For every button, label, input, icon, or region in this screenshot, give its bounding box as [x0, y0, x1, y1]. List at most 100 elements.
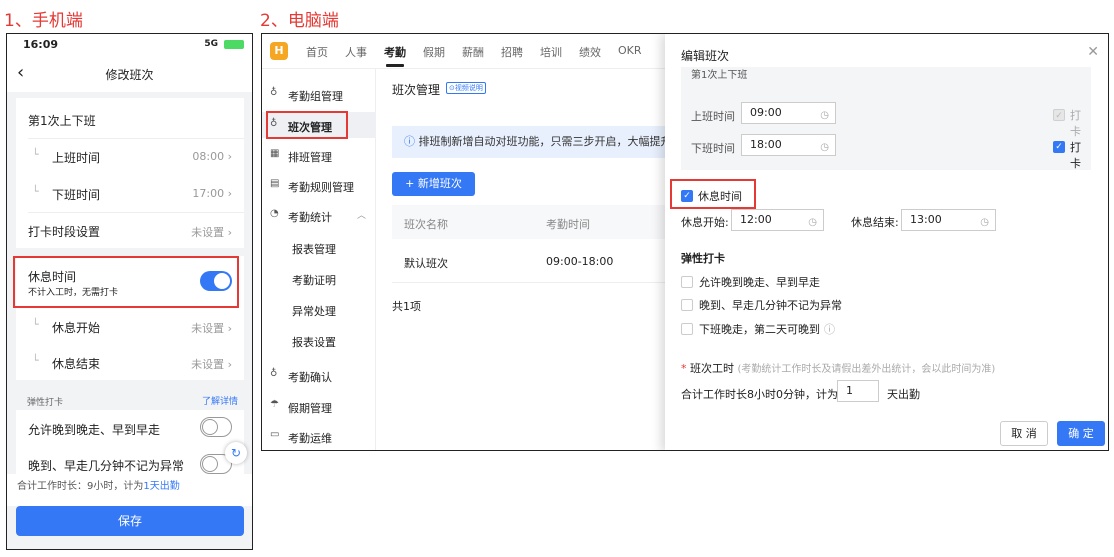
total-text: 合计工作时长：9小时，计为: [17, 481, 144, 492]
sidebar-item-report-settings[interactable]: 报表设置: [262, 327, 376, 353]
status-bar: 16:09 5G: [7, 34, 252, 56]
on-time-label: 上班时间: [52, 151, 101, 165]
flex-checkbox-2[interactable]: [681, 299, 693, 311]
user-icon: ♁: [270, 368, 278, 379]
chevron-right-icon: ›: [227, 358, 232, 371]
on-punch-label: 打卡: [1070, 109, 1081, 138]
sidebar: ♁ 考勤组管理 ♁ 班次管理 ▦ 排班管理 ▤ 考勤规则管理 ◔ 考勤统计 ︿ 报表管理 考…: [262, 69, 376, 450]
off-punch-label: 打卡: [1070, 141, 1081, 170]
off-time-label: 下班时间: [52, 188, 101, 202]
off-time-input[interactable]: 18:00 ◷: [741, 134, 836, 156]
on-punch-checkbox[interactable]: ✓: [1053, 109, 1065, 121]
flex-item-2: 晚到、早走几分钟不记为异常: [28, 459, 185, 473]
nav-performance[interactable]: 绩效: [579, 44, 601, 60]
dialog-title: 编辑班次: [681, 49, 730, 63]
nav-hr[interactable]: 人事: [345, 44, 367, 60]
highlight-box: [13, 256, 239, 308]
total-bar: 合计工作时长：9小时，计为1天出勤: [7, 474, 252, 506]
sidebar-item-schedule[interactable]: ▦ 排班管理: [262, 142, 376, 168]
punch-period-label: 打卡时段设置: [28, 225, 101, 239]
highlight-box: [670, 179, 756, 209]
off-time-row[interactable]: └ 下班时间 17:00 ›: [16, 175, 244, 212]
flex-more-link[interactable]: 了解详情: [202, 394, 238, 407]
punch-period-row[interactable]: 打卡时段设置 未设置 ›: [16, 212, 244, 248]
close-icon[interactable]: ✕: [1087, 44, 1099, 60]
rest-end-input[interactable]: 13:00 ◷: [901, 209, 996, 231]
nav-training[interactable]: 培训: [540, 44, 562, 60]
sidebar-item-confirm[interactable]: ♁ 考勤确认: [262, 362, 376, 388]
shift-title-row: 第1次上下班: [16, 98, 244, 138]
sidebar-item-reports[interactable]: 报表管理: [262, 234, 376, 260]
shift-title: 第1次上下班: [28, 114, 96, 128]
main-title: 班次管理: [392, 83, 441, 97]
rest-end-label: 休息结束: [52, 357, 101, 371]
float-assistant-icon[interactable]: ↻: [225, 442, 247, 464]
flex-card: 允许晚到晚走、早到早走 晚到、早走几分钟不记为异常: [16, 410, 244, 478]
nav-salary[interactable]: 薪酬: [462, 44, 484, 60]
flex-toggle-1[interactable]: [200, 417, 232, 437]
on-time-row[interactable]: └ 上班时间 08:00 ›: [16, 138, 244, 175]
rest-start-row[interactable]: └ 休息开始 未设置 ›: [16, 308, 244, 344]
off-punch-checkbox[interactable]: ✓: [1053, 141, 1065, 153]
chevron-right-icon: ›: [227, 150, 232, 163]
rest-end-value: 未设置: [191, 358, 225, 371]
shift-card: 第1次上下班 └ 上班时间 08:00 › └ 下班时间 17:00 › 打卡时…: [16, 98, 244, 248]
off-time-value: 17:00: [192, 187, 225, 200]
monitor-icon: ▭: [270, 429, 280, 440]
chevron-right-icon: ›: [227, 187, 232, 200]
chevron-right-icon: ›: [227, 226, 232, 239]
cancel-button[interactable]: 取 消: [1000, 421, 1048, 446]
network-indicator: 5G: [204, 39, 218, 49]
confirm-button[interactable]: 确 定: [1057, 421, 1105, 446]
add-shift-button[interactable]: + 新增班次: [392, 172, 475, 196]
column-header: 考勤时间: [546, 218, 590, 231]
mobile-heading: 1、手机端: [4, 11, 83, 31]
info-banner: ⓘ 排班制新增自动对班功能，只需三步开启，大幅提升: [392, 126, 692, 158]
on-time-input[interactable]: 09:00 ◷: [741, 102, 836, 124]
nav-leave[interactable]: 假期: [423, 44, 445, 60]
sidebar-item-rules[interactable]: ▤ 考勤规则管理: [262, 172, 376, 198]
user-icon: ♁: [270, 87, 278, 98]
sidebar-item-stats[interactable]: ◔ 考勤统计 ︿: [262, 202, 376, 228]
sidebar-item-ops[interactable]: ▭ 考勤运维: [262, 423, 376, 449]
nav-okr[interactable]: OKR: [618, 44, 642, 57]
umbrella-icon: ☂: [270, 399, 279, 410]
sidebar-item-holiday[interactable]: ☂ 假期管理: [262, 393, 376, 419]
shift-title: 第1次上下班: [691, 70, 748, 81]
total-count: 共1项: [392, 300, 421, 313]
table-row[interactable]: 默认班次 09:00-18:00: [392, 239, 672, 283]
attendance-days-input[interactable]: 1: [837, 380, 879, 402]
desktop-heading: 2、电脑端: [260, 11, 339, 31]
rules-icon: ▤: [270, 178, 280, 189]
flex-label-3: 下班晚走，第二天可晚到: [699, 323, 820, 336]
nav-attendance[interactable]: 考勤: [384, 44, 406, 60]
save-button[interactable]: 保存: [16, 506, 244, 536]
nav-home[interactable]: 首页: [306, 44, 328, 60]
desktop-screenshot: H 首页 人事 考勤 假期 薪酬 招聘 培训 绩效 OKR ♁ 考勤组管理 ♁ 班次…: [261, 33, 1109, 451]
pie-icon: ◔: [270, 208, 279, 219]
shift-name-cell: 默认班次: [404, 257, 448, 270]
calendar-icon: ▦: [270, 148, 280, 159]
nav-bar: ‹ 修改班次: [7, 56, 252, 92]
clock-icon: ◷: [980, 217, 989, 228]
main-content: 班次管理 ⊙视频说明 ⓘ 排班制新增自动对班功能，只需三步开启，大幅提升 + 新…: [376, 69, 692, 450]
nav-recruit[interactable]: 招聘: [501, 44, 523, 60]
video-guide-tag[interactable]: ⊙视频说明: [446, 82, 486, 94]
sidebar-item-attendance-group[interactable]: ♁ 考勤组管理: [262, 81, 376, 107]
highlight-box: [266, 111, 348, 139]
work-hours-prefix: 合计工作时长8小时0分钟，计为: [681, 388, 838, 401]
shift-time-cell: 09:00-18:00: [546, 255, 614, 268]
sidebar-item-exceptions[interactable]: 异常处理: [262, 296, 376, 322]
help-icon[interactable]: ⓘ: [824, 321, 835, 337]
table-header: 班次名称 考勤时间: [392, 205, 672, 239]
total-link[interactable]: 1天出勤: [143, 481, 179, 492]
flex-checkbox-3[interactable]: [681, 323, 693, 335]
punch-period-value: 未设置: [191, 226, 225, 239]
page-title: 修改班次: [105, 68, 154, 82]
flex-checkbox-1[interactable]: [681, 276, 693, 288]
sidebar-item-proof[interactable]: 考勤证明: [262, 265, 376, 291]
rest-end-row[interactable]: └ 休息结束 未设置 ›: [16, 344, 244, 380]
chevron-right-icon: ›: [227, 322, 232, 335]
rest-start-input[interactable]: 12:00 ◷: [731, 209, 824, 231]
shift-time-block: 第1次上下班 上班时间 09:00 ◷ ✓ 打卡 下班时间 18:00 ◷ ✓ 打卡: [681, 67, 1091, 170]
